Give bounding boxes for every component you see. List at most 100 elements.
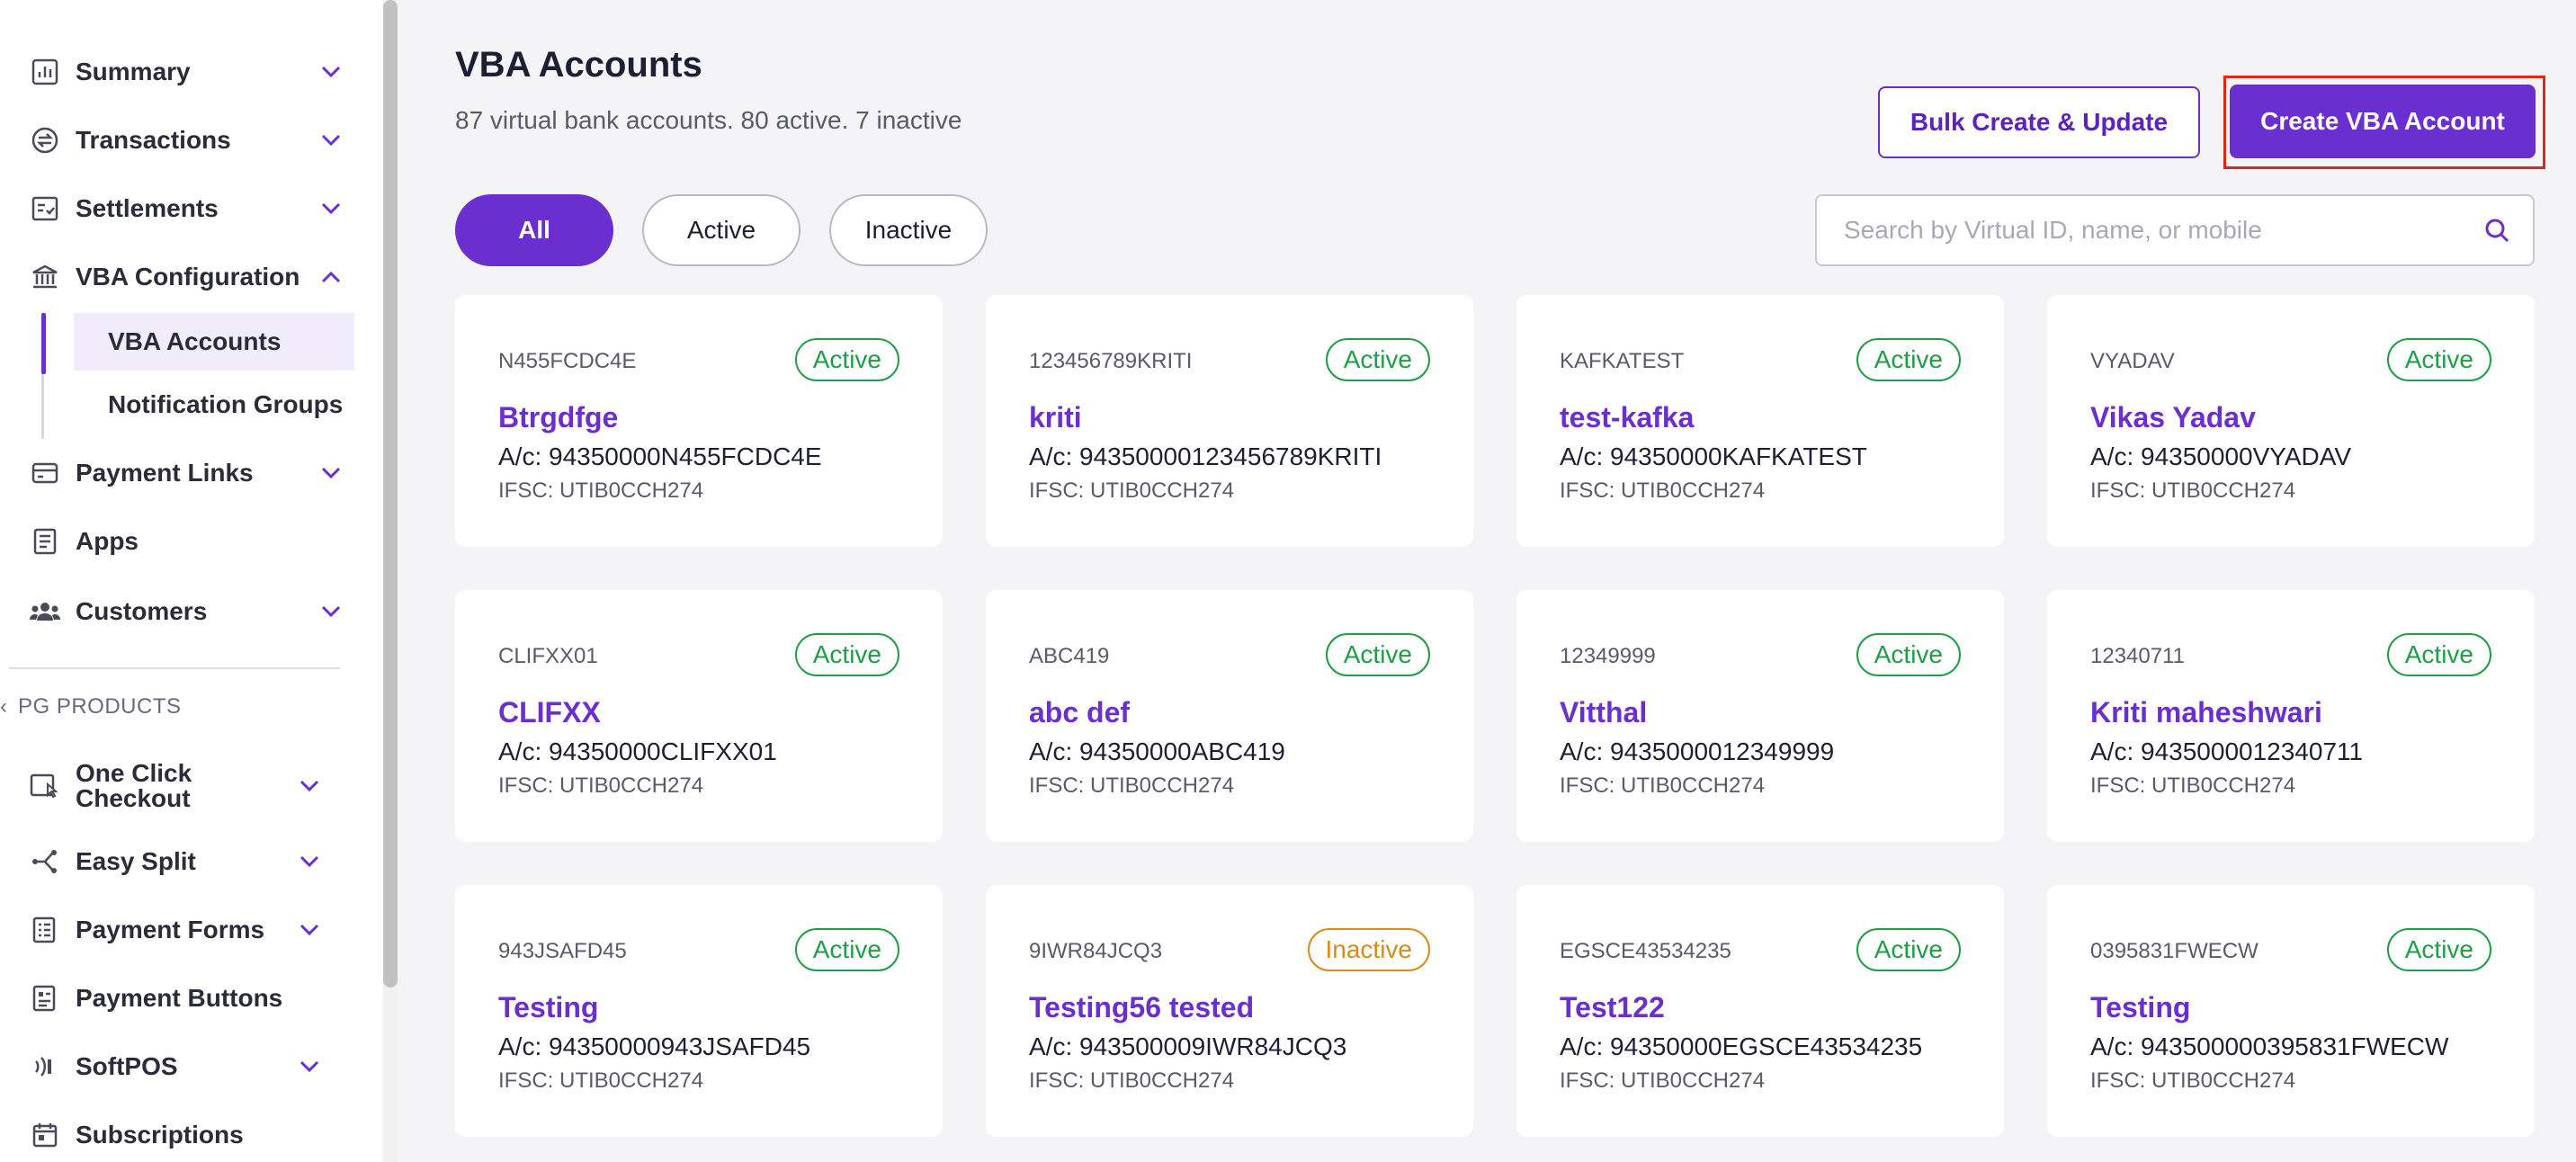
account-name[interactable]: kriti xyxy=(1029,401,1082,434)
account-card[interactable]: 12349999 Active Vitthal A/c: 94350000123499… xyxy=(1516,590,2004,842)
sidebar-item-label: Apps xyxy=(76,527,139,555)
account-card[interactable]: 9IWR84JCQ3 Inactive Testing56 tested A/c: 9… xyxy=(986,885,1473,1137)
account-name[interactable]: Vikas Yadav xyxy=(2090,401,2256,434)
account-card[interactable]: N455FCDC4E Active Btrgdfge A/c: 94350000N45… xyxy=(455,295,943,547)
status-badge: Active xyxy=(1325,338,1430,381)
sidebar-item-vba-configuration[interactable]: VBA Configuration xyxy=(29,250,344,304)
forms-icon xyxy=(29,914,61,946)
chevron-down-icon[interactable] xyxy=(297,773,322,799)
chevron-down-icon[interactable] xyxy=(318,599,344,624)
ifsc-code: IFSC: UTIB0CCH274 xyxy=(1029,773,1235,798)
virtual-id: 12349999 xyxy=(1560,644,1656,668)
filter-all[interactable]: All xyxy=(455,194,613,266)
account-name[interactable]: CLIFXX xyxy=(498,696,601,729)
account-name[interactable]: Testing xyxy=(498,991,598,1024)
sidebar-item-label: Transactions xyxy=(76,126,231,154)
account-card[interactable]: 12340711 Active Kriti maheshwari A/c: 94350… xyxy=(2047,590,2535,842)
calendar-icon xyxy=(29,1119,61,1151)
account-name[interactable]: Btrgdfge xyxy=(498,401,618,434)
virtual-id: KAFKATEST xyxy=(1560,349,1685,373)
sidebar-item-one-click-checkout[interactable]: One Click Checkout xyxy=(29,757,322,815)
sidebar-item-label: Payment Forms xyxy=(76,916,265,943)
checkout-icon xyxy=(29,770,61,802)
status-badge: Active xyxy=(1325,633,1430,676)
status-badge: Active xyxy=(2386,338,2491,381)
ifsc-code: IFSC: UTIB0CCH274 xyxy=(2090,478,2296,503)
ifsc-code: IFSC: UTIB0CCH274 xyxy=(2090,1068,2296,1093)
sidebar-item-label: Subscriptions xyxy=(76,1121,244,1149)
account-number: A/c: 9435000012349999 xyxy=(1560,737,1835,765)
account-number: A/c: 94350000123456789KRITI xyxy=(1029,442,1382,470)
search-input[interactable] xyxy=(1844,216,2479,245)
sidebar-item-softpos[interactable]: SoftPOS xyxy=(29,1040,322,1094)
sidebar-item-payment-links[interactable]: Payment Links xyxy=(29,446,344,500)
users-icon xyxy=(29,595,61,628)
sidebar-scrollbar-thumb[interactable] xyxy=(383,0,398,988)
search-icon[interactable] xyxy=(2479,212,2515,248)
sidebar-item-apps[interactable]: Apps xyxy=(29,514,344,568)
account-card[interactable]: KAFKATEST Active test-kafka A/c: 94350000KA… xyxy=(1516,295,2004,547)
sidebar-item-payment-buttons[interactable]: Payment Buttons xyxy=(29,971,322,1025)
sidebar-subitem-vba-accounts[interactable]: VBA Accounts xyxy=(74,313,354,371)
status-badge: Inactive xyxy=(1307,928,1430,971)
sidebar-subitem-notification-groups[interactable]: Notification Groups xyxy=(74,376,343,434)
ifsc-code: IFSC: UTIB0CCH274 xyxy=(1560,478,1766,503)
chevron-down-icon[interactable] xyxy=(318,59,344,85)
ifsc-code: IFSC: UTIB0CCH274 xyxy=(1029,1068,1235,1093)
account-name[interactable]: test-kafka xyxy=(1560,401,1694,434)
account-number: A/c: 943500009IWR84JCQ3 xyxy=(1029,1032,1347,1060)
account-card[interactable]: 0395831FWECW Active Testing A/c: 9435000003… xyxy=(2047,885,2535,1137)
account-card[interactable]: 123456789KRITI Active kriti A/c: 9435000012… xyxy=(986,295,1473,547)
chevron-up-icon[interactable] xyxy=(318,264,344,290)
account-name[interactable]: Test122 xyxy=(1560,991,1665,1024)
status-badge: Active xyxy=(794,338,899,381)
page-title: VBA Accounts xyxy=(455,45,702,85)
status-badge: Active xyxy=(2386,928,2491,971)
account-number: A/c: 943500000395831FWECW xyxy=(2090,1032,2449,1060)
chevron-down-icon[interactable] xyxy=(318,460,344,486)
sidebar-item-label: One Click xyxy=(76,759,192,787)
filter-active[interactable]: Active xyxy=(642,194,801,266)
account-card[interactable]: EGSCE43534235 Active Test122 A/c: 94350000E… xyxy=(1516,885,2004,1137)
sidebar-item-label: SoftPOS xyxy=(76,1052,178,1080)
account-name[interactable]: Kriti maheshwari xyxy=(2090,696,2322,729)
split-icon xyxy=(29,845,61,878)
chevron-down-icon[interactable] xyxy=(297,1054,322,1079)
create-vba-account-button[interactable]: Create VBA Account xyxy=(2230,85,2536,158)
sidebar-item-subscriptions[interactable]: Subscriptions xyxy=(29,1108,322,1162)
sidebar-item-payment-forms[interactable]: Payment Forms xyxy=(29,903,322,957)
ifsc-code: IFSC: UTIB0CCH274 xyxy=(498,1068,704,1093)
virtual-id: 123456789KRITI xyxy=(1029,349,1193,373)
account-number: A/c: 94350000EGSCE43534235 xyxy=(1560,1032,1923,1060)
sidebar-item-label: Payment Links xyxy=(76,459,254,487)
account-card[interactable]: VYADAV Active Vikas Yadav A/c: 94350000VYAD… xyxy=(2047,295,2535,547)
softpos-icon xyxy=(29,1050,61,1083)
virtual-id: ABC419 xyxy=(1029,644,1110,668)
sidebar: Summary Transactions Settlements VBA Con… xyxy=(0,0,383,1162)
account-name[interactable]: Vitthal xyxy=(1560,696,1647,729)
sidebar-item-customers[interactable]: Customers xyxy=(29,585,344,639)
sidebar-item-transactions[interactable]: Transactions xyxy=(29,113,344,167)
sidebar-item-easy-split[interactable]: Easy Split xyxy=(29,835,322,889)
transactions-icon xyxy=(29,124,61,156)
account-card[interactable]: ABC419 Active abc def A/c: 94350000ABC419 IF… xyxy=(986,590,1473,842)
status-badge: Active xyxy=(794,928,899,971)
account-card[interactable]: 943JSAFD45 Active Testing A/c: 94350000943J… xyxy=(455,885,943,1137)
status-badge: Active xyxy=(1856,338,1961,381)
bulk-create-update-button[interactable]: Bulk Create & Update xyxy=(1878,86,2200,158)
chevron-down-icon[interactable] xyxy=(297,917,322,943)
filter-inactive[interactable]: Inactive xyxy=(829,194,988,266)
account-number: A/c: 94350000KAFKATEST xyxy=(1560,442,1867,470)
sidebar-item-summary[interactable]: Summary xyxy=(29,45,344,99)
account-name[interactable]: abc def xyxy=(1029,696,1130,729)
chevron-down-icon[interactable] xyxy=(318,128,344,153)
chevron-down-icon[interactable] xyxy=(318,196,344,221)
sidebar-item-label: Easy Split xyxy=(76,847,196,875)
chevron-down-icon[interactable] xyxy=(297,849,322,874)
account-name[interactable]: Testing xyxy=(2090,991,2190,1024)
sidebar-item-settlements[interactable]: Settlements xyxy=(29,182,344,236)
virtual-id: 0395831FWECW xyxy=(2090,939,2258,963)
account-card[interactable]: CLIFXX01 Active CLIFXX A/c: 94350000CLIFXX0… xyxy=(455,590,943,842)
account-name[interactable]: Testing56 tested xyxy=(1029,991,1254,1024)
submenu-active-indicator xyxy=(41,313,46,374)
